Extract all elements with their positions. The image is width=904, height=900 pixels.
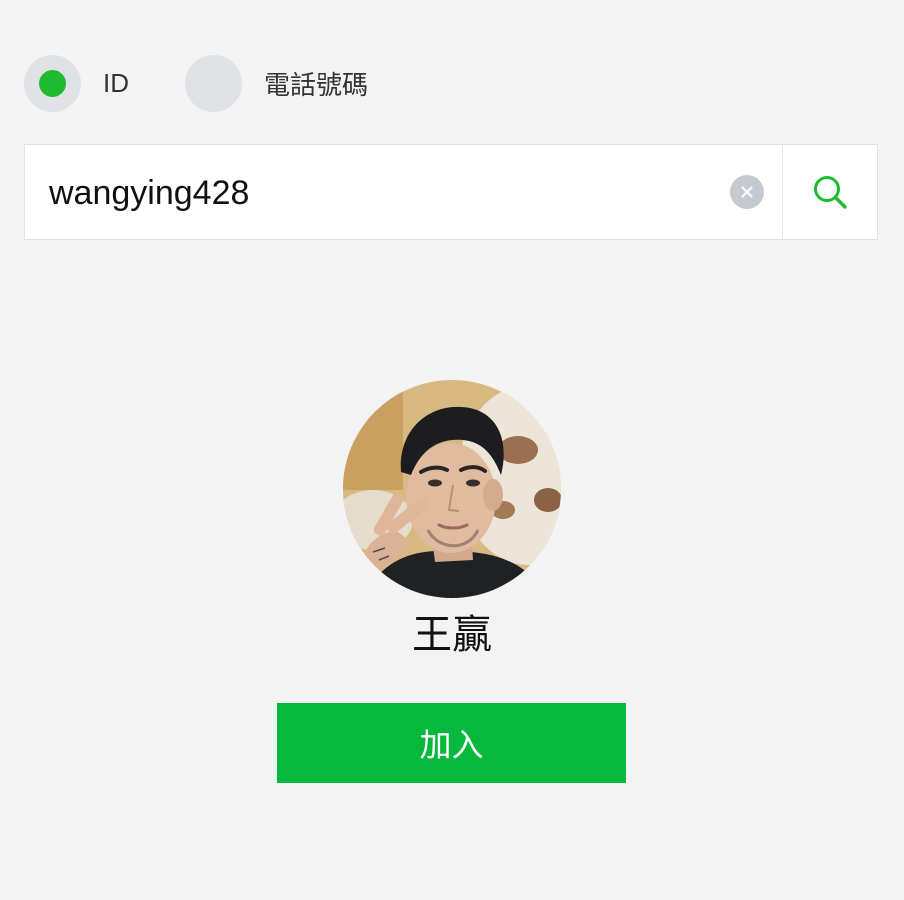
radio-option-id[interactable]: ID (24, 54, 129, 112)
search-input[interactable] (25, 145, 730, 241)
radio-label-id: ID (103, 67, 129, 98)
add-friend-search-screen: ID 電話號碼 wangying428 王贏 加入 (0, 0, 904, 900)
avatar[interactable] (343, 380, 561, 598)
add-friend-button[interactable]: 加入 (277, 703, 626, 783)
search-type-selector: ID 電話號碼 (24, 54, 368, 112)
search-bar (24, 144, 878, 241)
search-icon (814, 176, 847, 209)
radio-button-id[interactable] (24, 54, 81, 112)
radio-selected-dot (39, 69, 66, 97)
search-button[interactable] (782, 145, 877, 239)
profile-name: 王贏 (412, 613, 492, 657)
avatar-photo (343, 380, 561, 598)
radio-option-phone[interactable]: 電話號碼 (185, 54, 369, 112)
clear-icon[interactable] (730, 175, 764, 209)
radio-button-phone[interactable] (185, 54, 242, 112)
radio-label-phone: 電話號碼 (264, 69, 369, 100)
